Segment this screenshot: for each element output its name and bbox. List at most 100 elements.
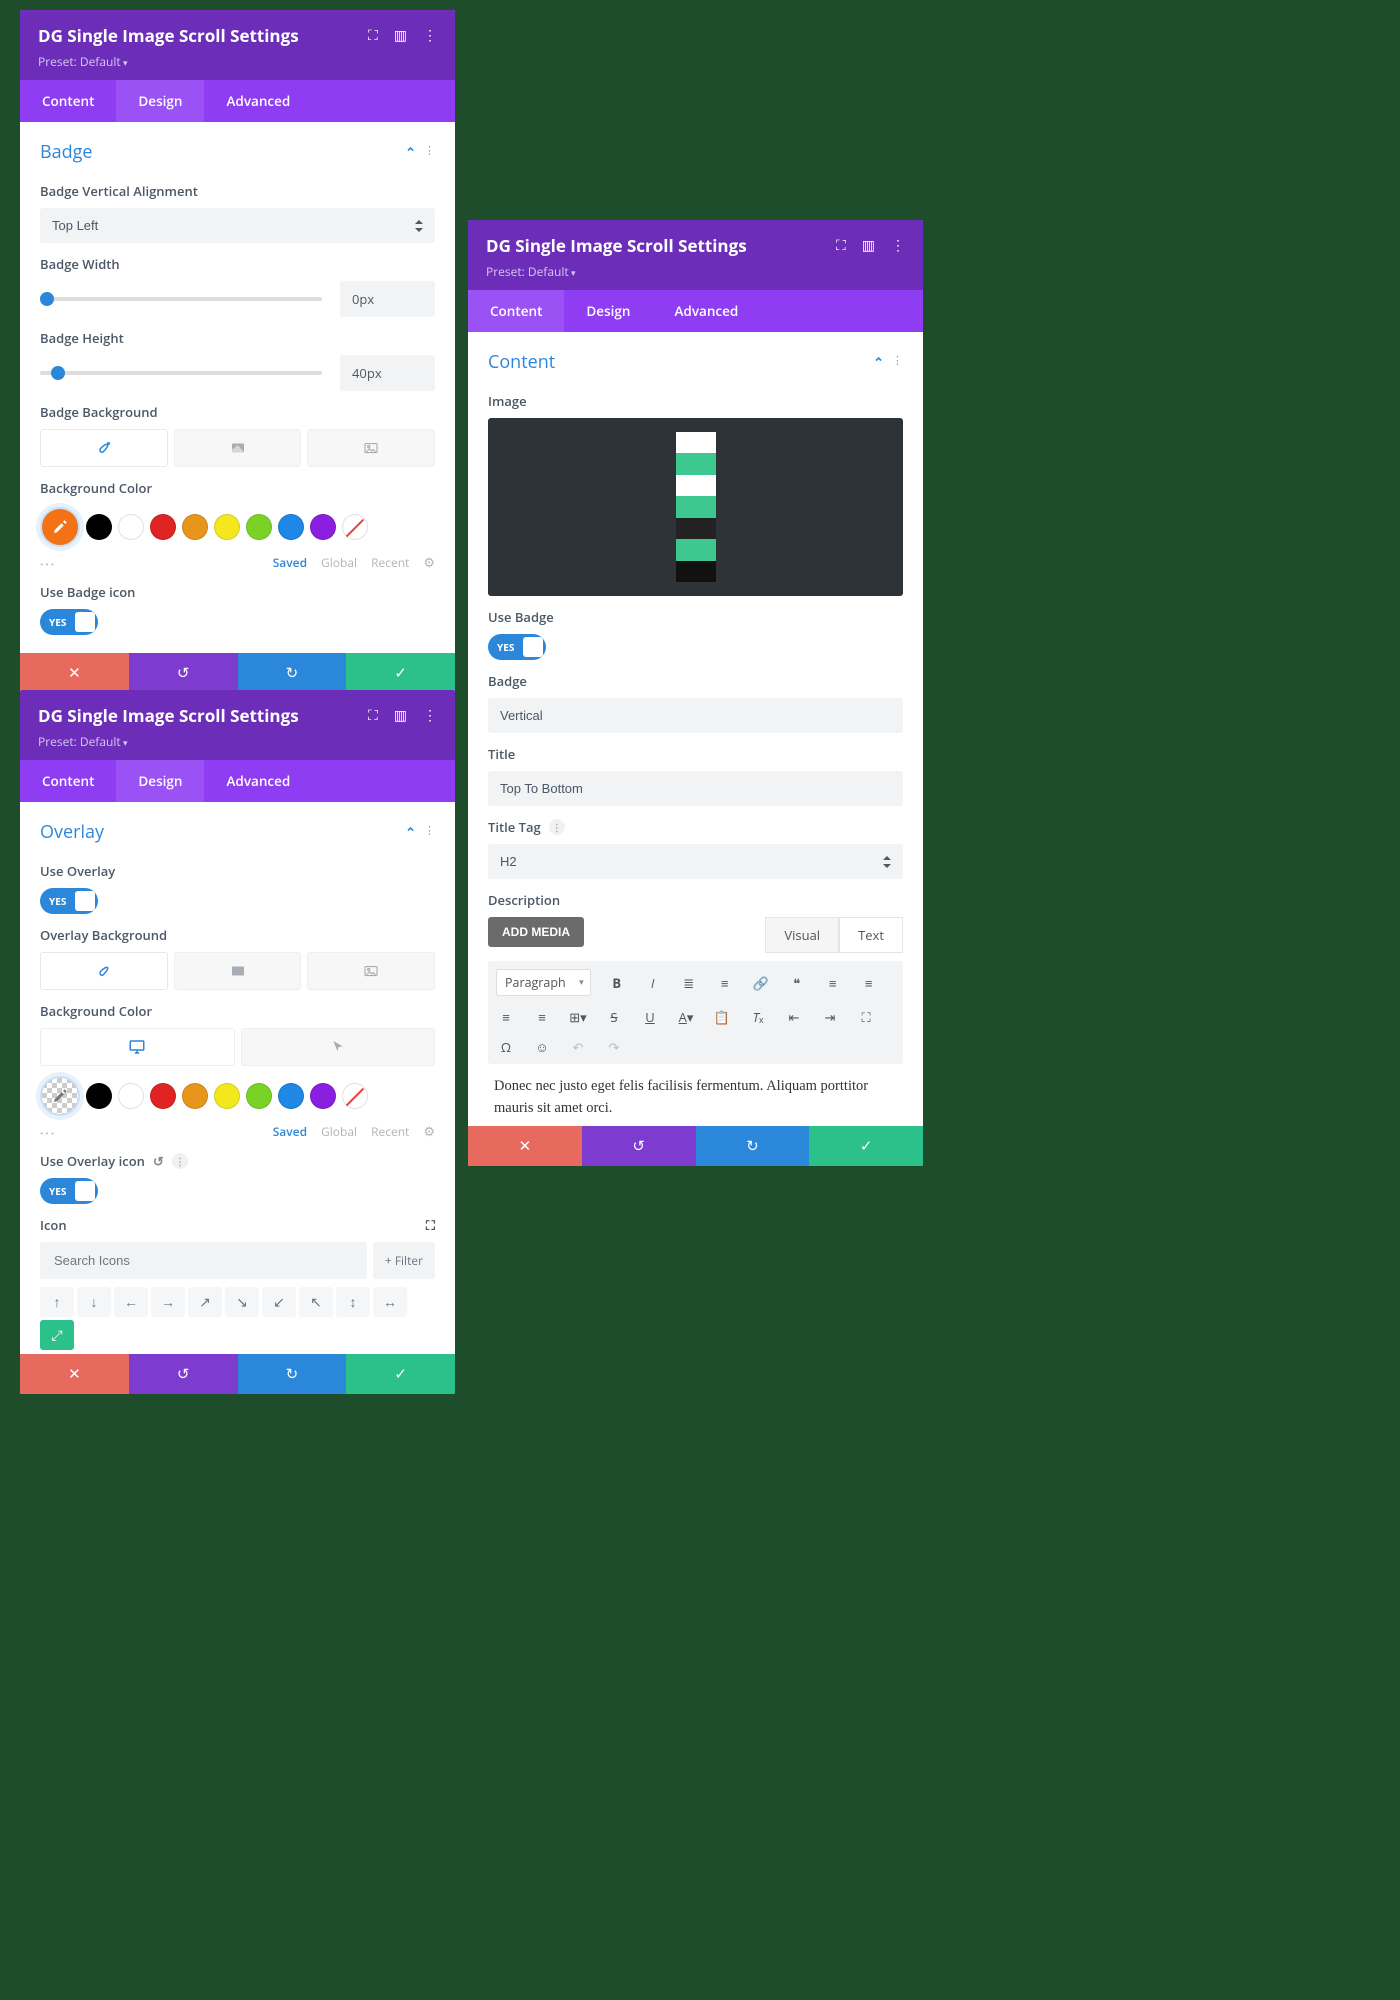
redo-button[interactable]: ↻ [696,1126,810,1166]
filter-button[interactable]: + Filter [373,1242,435,1279]
quote-icon[interactable]: ❝ [787,974,807,992]
preset-label[interactable]: Preset: Default [38,53,437,70]
swatch-lime[interactable] [246,514,272,540]
tab-advanced[interactable]: Advanced [652,290,760,332]
save-button[interactable]: ✓ [346,653,455,693]
undo-button[interactable]: ↺ [582,1126,696,1166]
field-more-icon[interactable]: ⋮ [172,1153,188,1169]
palette-recent[interactable]: Recent [371,554,409,571]
clear-format-icon[interactable]: Tₓ [748,1008,768,1026]
swatch-more[interactable]: ••• [40,558,56,571]
redo-button[interactable]: ↻ [238,1354,347,1394]
underline-icon[interactable]: U [640,1008,660,1026]
swatch-lime[interactable] [246,1083,272,1109]
image-preview[interactable] [488,418,903,596]
swatch-blue[interactable] [278,1083,304,1109]
toggle-use-overlay[interactable]: YES [40,888,98,914]
redo-button[interactable]: ↻ [238,653,347,693]
text-color-icon[interactable]: A▾ [676,1008,696,1026]
save-button[interactable]: ✓ [346,1354,455,1394]
tab-content[interactable]: Content [20,80,116,122]
icon-arrow-sw[interactable]: ↙ [262,1287,296,1317]
preset-label[interactable]: Preset: Default [486,263,905,280]
swatch-purple[interactable] [310,514,336,540]
preset-label[interactable]: Preset: Default [38,733,437,750]
italic-icon[interactable]: I [643,974,663,992]
chevron-up-icon[interactable]: ⌃ [405,143,416,161]
fullscreen-icon[interactable]: ⛶ [856,1008,876,1026]
palette-global[interactable]: Global [321,1123,357,1140]
swatch-white[interactable] [118,1083,144,1109]
swatch-white[interactable] [118,514,144,540]
indent-icon[interactable]: ⇥ [820,1008,840,1026]
search-icons-input[interactable] [40,1242,367,1279]
gear-icon[interactable]: ⚙ [423,1122,435,1140]
save-button[interactable]: ✓ [809,1126,923,1166]
swatch-red[interactable] [150,514,176,540]
tab-content[interactable]: Content [20,760,116,802]
align-justify-icon[interactable]: ≡ [532,1008,552,1026]
swatch-black[interactable] [86,514,112,540]
tab-advanced[interactable]: Advanced [204,760,312,802]
reset-icon[interactable]: ↺ [153,1152,164,1170]
toggle-use-badge[interactable]: YES [488,634,546,660]
columns-icon[interactable]: ▥ [394,26,407,45]
outdent-icon[interactable]: ⇤ [784,1008,804,1026]
bold-icon[interactable]: B [607,974,627,992]
icon-arrow-down[interactable]: ↓ [77,1287,111,1317]
format-select[interactable]: Paragraph [496,969,591,996]
paste-icon[interactable]: 📋 [712,1008,732,1026]
section-header[interactable]: Overlay ⌃⋮ [40,814,435,850]
align-right-icon[interactable]: ≡ [496,1008,516,1026]
more-icon[interactable]: ⋮ [423,706,437,725]
icon-arrows-h[interactable]: ↔ [373,1287,407,1317]
bg-tab-gradient[interactable] [174,429,302,467]
bg-tab-gradient[interactable] [174,952,302,990]
toggle-use-badge-icon[interactable]: YES [40,609,98,635]
editor-tab-text[interactable]: Text [839,917,903,953]
undo-button[interactable]: ↺ [129,1354,238,1394]
bg-tab-color[interactable] [40,952,168,990]
color-picker-trigger[interactable] [40,507,80,547]
select-vertical-alignment[interactable]: Top Left [40,208,435,243]
color-picker-trigger[interactable] [40,1076,80,1116]
strikethrough-icon[interactable]: S [604,1008,624,1026]
icon-arrow-se[interactable]: ↘ [225,1287,259,1317]
palette-saved[interactable]: Saved [273,554,307,571]
link-icon[interactable]: 🔗 [751,974,771,992]
tab-design[interactable]: Design [564,290,652,332]
cancel-button[interactable]: ✕ [468,1126,582,1166]
tab-design[interactable]: Design [116,80,204,122]
responsive-tab-desktop[interactable] [40,1028,235,1066]
swatch-black[interactable] [86,1083,112,1109]
expand-icon[interactable]: ⛶ [836,236,846,255]
icon-arrow-right[interactable]: → [151,1287,185,1317]
swatch-orange[interactable] [182,1083,208,1109]
chevron-up-icon[interactable]: ⌃ [405,823,416,841]
align-left-icon[interactable]: ≡ [823,974,843,992]
section-more-icon[interactable]: ⋮ [424,823,435,841]
swatch-more[interactable]: ••• [40,1127,56,1140]
bg-tab-image[interactable] [307,952,435,990]
expand-icon[interactable]: ⛶ [368,706,378,725]
editor-content[interactable]: Donec nec justo eget felis facilisis fer… [488,1064,903,1122]
undo-editor-icon[interactable]: ↶ [568,1038,588,1056]
swatch-yellow[interactable] [214,514,240,540]
tab-design[interactable]: Design [116,760,204,802]
toggle-use-overlay-icon[interactable]: YES [40,1178,98,1204]
number-list-icon[interactable]: ≡ [715,974,735,992]
special-char-icon[interactable]: Ω [496,1038,516,1056]
redo-editor-icon[interactable]: ↷ [604,1038,624,1056]
swatch-none[interactable] [342,1083,368,1109]
icon-arrow-up[interactable]: ↑ [40,1287,74,1317]
columns-icon[interactable]: ▥ [862,236,875,255]
swatch-none[interactable] [342,514,368,540]
icon-arrow-left[interactable]: ← [114,1287,148,1317]
swatch-red[interactable] [150,1083,176,1109]
slider-badge-height[interactable] [40,371,322,375]
table-icon[interactable]: ⊞▾ [568,1008,588,1026]
input-badge-height[interactable]: 40px [340,355,435,391]
swatch-blue[interactable] [278,514,304,540]
icon-arrows-alt[interactable]: ⤢ [40,1320,74,1350]
align-center-icon[interactable]: ≡ [859,974,879,992]
